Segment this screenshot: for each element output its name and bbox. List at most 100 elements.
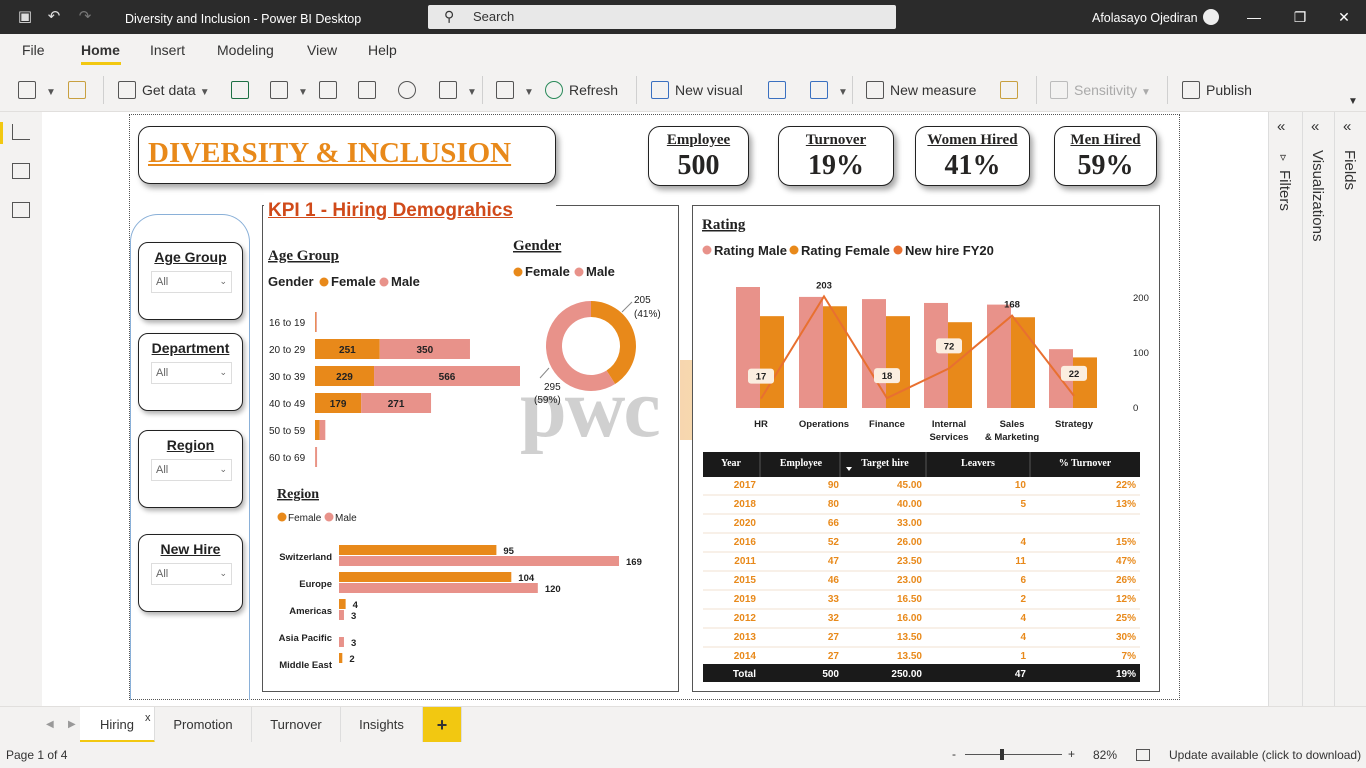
rating-x-tick: Strategy — [1055, 419, 1094, 430]
table-cell-employee: 27 — [828, 651, 840, 662]
table-total-cell: 19% — [1116, 669, 1136, 680]
table-cell-year: 2017 — [734, 480, 757, 491]
age-bar-male — [319, 420, 326, 440]
age-group-title: Age Group — [268, 248, 339, 264]
age-data-label: 271 — [388, 399, 405, 410]
table-cell-year: 2015 — [734, 575, 757, 586]
legend-label: Rating Female — [801, 243, 890, 258]
age-data-label: 229 — [336, 372, 353, 383]
table-cell-leavers: 4 — [1020, 537, 1026, 548]
fields-label: Fields — [1341, 150, 1358, 191]
region-bar-female — [339, 572, 512, 582]
side-panes: « ▿ Filters « Visualizations « Fields — [1268, 112, 1366, 706]
tabs-prev-icon[interactable]: ◀ — [46, 719, 54, 730]
fields-pane[interactable]: « Fields — [1334, 112, 1366, 706]
table-cell-year: 2019 — [734, 594, 757, 605]
legend-dot-male — [379, 277, 389, 287]
tab-hiring[interactable]: Hiring — [80, 707, 155, 743]
table-cell-target: 33.00 — [897, 518, 922, 529]
age-tick-label: 16 to 19 — [269, 318, 306, 329]
zoom-out-button[interactable]: - — [952, 747, 956, 761]
region-bar-male — [339, 610, 344, 620]
table-cell-year: 2014 — [734, 651, 757, 662]
page-tabs-bar: ◀ ▶ Hiring x Promotion Turnover Insights… — [0, 706, 1366, 743]
rating-line-label: 22 — [1069, 369, 1080, 380]
table-total-cell: 500 — [822, 669, 839, 680]
tab-label: Promotion — [173, 717, 233, 732]
rating-line-label: 72 — [944, 341, 955, 352]
region-data-label: 120 — [545, 584, 561, 595]
legend-label: Rating Male — [714, 243, 787, 258]
rating-x-tick: Finance — [869, 419, 905, 430]
status-bar: Page 1 of 4 - + 82% Update available (cl… — [0, 742, 1366, 768]
table-cell-turnover: 22% — [1116, 480, 1136, 491]
table-cell-target: 13.50 — [897, 651, 922, 662]
legend-label-female: Female — [525, 264, 570, 279]
rating-title: Rating — [702, 217, 746, 233]
table-total-cell: 47 — [1015, 669, 1027, 680]
collapse-filters-icon[interactable]: « — [1277, 118, 1285, 135]
rating-bar-female — [1073, 357, 1097, 408]
donut-leader-male — [539, 367, 550, 379]
table-cell-year: 2020 — [734, 518, 757, 529]
legend-dot-male — [324, 512, 334, 522]
rating-line-label: 203 — [816, 280, 832, 291]
table-header-cell: Target hire — [861, 458, 909, 469]
page-indicator: Page 1 of 4 — [6, 748, 68, 762]
tab-turnover[interactable]: Turnover — [252, 707, 341, 743]
table-total-cell: Total — [733, 669, 756, 680]
table-cell-employee: 90 — [828, 480, 840, 491]
add-page-button[interactable]: + — [423, 707, 462, 743]
table-cell-target: 23.50 — [897, 556, 922, 567]
rating-bar-female — [886, 316, 910, 408]
age-data-label: 251 — [339, 345, 356, 356]
tabs-next-icon[interactable]: ▶ — [68, 719, 76, 730]
donut-label-male: 295 — [544, 382, 561, 393]
collapse-visualizations-icon[interactable]: « — [1311, 118, 1319, 135]
region-tick-label: Switzerland — [279, 552, 332, 563]
table-cell-target: 45.00 — [897, 480, 922, 491]
table-cell-target: 23.00 — [897, 575, 922, 586]
tab-promotion[interactable]: Promotion — [155, 707, 252, 743]
tab-label: Insights — [359, 717, 404, 732]
table-cell-employee: 47 — [828, 556, 840, 567]
zoom-slider[interactable] — [965, 754, 1062, 755]
region-bar-male — [339, 583, 538, 593]
table-cell-turnover: 15% — [1116, 537, 1136, 548]
zoom-in-button[interactable]: + — [1068, 747, 1075, 761]
region-tick-label: Europe — [299, 579, 332, 590]
donut-label-female: 205 — [634, 295, 651, 306]
fit-to-page-icon[interactable] — [1136, 749, 1150, 761]
legend-label-male: Male — [586, 264, 615, 279]
table-cell-employee: 46 — [828, 575, 840, 586]
rating-y-tick: 200 — [1133, 293, 1149, 304]
age-tick-label: 50 to 59 — [269, 426, 306, 437]
close-tab-icon[interactable]: x — [145, 712, 151, 724]
collapse-fields-icon[interactable]: « — [1343, 118, 1351, 135]
table-cell-leavers: 5 — [1020, 499, 1026, 510]
region-tick-label: Americas — [289, 606, 332, 617]
legend-dot — [789, 245, 799, 255]
tab-insights[interactable]: Insights — [341, 707, 423, 743]
visualizations-pane[interactable]: « Visualizations — [1302, 112, 1334, 706]
table-cell-year: 2012 — [734, 613, 757, 624]
rating-x-tick: Internal — [932, 419, 966, 430]
region-bar-female — [339, 545, 497, 555]
update-notice[interactable]: Update available (click to download) — [1169, 748, 1361, 762]
age-data-label: 350 — [417, 345, 434, 356]
filters-pane[interactable]: « ▿ Filters — [1268, 112, 1302, 706]
rating-bar-male — [799, 296, 823, 408]
region-tick-label: Asia Pacific — [279, 633, 332, 644]
zoom-slider-thumb[interactable] — [1000, 749, 1004, 760]
region-data-label: 2 — [349, 654, 354, 665]
donut-slice-female — [591, 301, 636, 384]
legend-label-female: Female — [288, 513, 322, 524]
age-data-label: 179 — [330, 399, 347, 410]
table-cell-target: 26.00 — [897, 537, 922, 548]
table-cell-leavers: 4 — [1020, 632, 1026, 643]
rating-x-tick: Operations — [799, 419, 849, 430]
region-data-label: 4 — [353, 600, 359, 611]
donut-leader-female — [621, 301, 633, 313]
rating-line-label: 18 — [882, 371, 893, 382]
table-cell-target: 16.00 — [897, 613, 922, 624]
